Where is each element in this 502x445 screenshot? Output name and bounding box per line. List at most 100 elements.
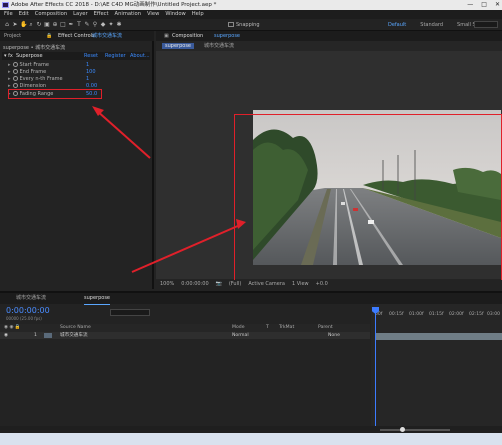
menu-animation[interactable]: Animation xyxy=(115,10,141,19)
current-time-display[interactable]: 0:00:00:00 xyxy=(6,306,50,315)
lock-icon[interactable]: 🔒 xyxy=(46,31,52,41)
column-parent[interactable]: Parent xyxy=(318,324,333,332)
stopwatch-icon[interactable] xyxy=(12,83,18,88)
subtab-superpose[interactable]: superpose xyxy=(162,43,194,49)
end-frame-value[interactable]: 100 xyxy=(86,69,96,75)
timeline-zoom-knob[interactable] xyxy=(400,427,405,432)
expand-triangle-icon[interactable]: ▸ xyxy=(8,62,11,68)
roto-tool-icon[interactable]: ✦ xyxy=(108,21,114,28)
window-title: Adobe After Effects CC 2018 - D:\AE C4D … xyxy=(11,2,217,8)
column-t[interactable]: T xyxy=(266,324,269,332)
rotate-tool-icon[interactable]: ↻ xyxy=(36,21,42,28)
tab-timeline-superpose[interactable]: superpose xyxy=(84,293,110,305)
effect-reset-link[interactable]: Reset xyxy=(84,53,98,59)
type-tool-icon[interactable]: T xyxy=(76,21,82,28)
minimize-button[interactable]: — xyxy=(467,0,473,10)
start-frame-value[interactable]: 1 xyxy=(86,62,89,68)
view-layout-select[interactable]: 1 View xyxy=(292,280,309,289)
hand-tool-icon[interactable]: ✋ xyxy=(20,21,27,28)
mask-tool-icon[interactable]: □ xyxy=(60,21,66,28)
expand-triangle-icon[interactable]: ▸ xyxy=(8,76,11,82)
magnification-select[interactable]: 100% xyxy=(160,280,174,289)
puppet-tool-icon[interactable]: ✱ xyxy=(116,21,122,28)
effect-about-link[interactable]: About... xyxy=(130,53,150,59)
time-ruler[interactable]: 00f 00:15f 01:00f 01:15f 02:00f 02:15f 0… xyxy=(371,310,502,330)
clone-tool-icon[interactable]: ⚲ xyxy=(92,21,98,28)
eraser-tool-icon[interactable]: ◆ xyxy=(100,21,106,28)
stopwatch-icon[interactable] xyxy=(12,69,18,74)
expand-triangle-icon[interactable]: ▸ xyxy=(8,69,11,75)
property-label: Start Frame xyxy=(19,62,49,68)
layer-name[interactable]: 城市交通车流 xyxy=(60,332,88,339)
layer-parent-select[interactable]: None xyxy=(328,332,340,339)
tab-composition-name[interactable]: superpose xyxy=(214,31,240,41)
timeline-track-area[interactable]: 00f 00:15f 01:00f 01:15f 02:00f 02:15f 0… xyxy=(371,304,502,435)
tab-effect-controls[interactable]: Effect Controls xyxy=(58,31,95,41)
layer-mode-select[interactable]: Normal xyxy=(232,332,249,339)
viewer-footer-controls: 100% 0:00:00:00 📷 (Full) Active Camera 1… xyxy=(156,280,502,289)
visibility-column-icons: ◉ ◉ 🔒 xyxy=(4,325,21,330)
tools-bar: ⌂ ➤ ✋ ⌕ ↻ ▣ ⊕ □ ✒ T ✎ ⚲ ◆ ✦ ✱ Snapping D… xyxy=(0,19,502,31)
eye-icon[interactable]: ◉ xyxy=(4,332,8,339)
workspace-default[interactable]: Default xyxy=(388,21,406,29)
left-panel-tabs: Project 🔒 Effect Controls 城市交通车流 xyxy=(0,31,154,41)
column-mode[interactable]: Mode xyxy=(232,324,245,332)
snapping-toggle[interactable]: Snapping xyxy=(228,21,260,29)
timeline-zoom-slider[interactable] xyxy=(380,429,450,431)
property-end-frame[interactable]: ▸ End Frame xyxy=(8,69,46,75)
property-start-frame[interactable]: ▸ Start Frame xyxy=(8,62,49,68)
timecode-display[interactable]: 0:00:00:00 xyxy=(181,280,208,289)
fx-icon[interactable]: ▾ fx xyxy=(4,53,13,59)
breadcrumb-comp[interactable]: 城市交通车流 xyxy=(204,41,234,51)
annotation-red-frame xyxy=(234,114,502,281)
brush-tool-icon[interactable]: ✎ xyxy=(84,21,90,28)
playhead[interactable] xyxy=(375,307,376,435)
menu-layer[interactable]: Layer xyxy=(73,10,87,19)
every-nth-frame-value[interactable]: 1 xyxy=(86,76,89,82)
composition-canvas[interactable] xyxy=(156,51,502,281)
camera-snapshot-icon[interactable]: 📷 xyxy=(216,280,222,289)
resolution-select[interactable]: (Full) xyxy=(229,280,241,289)
layer-row[interactable]: ◉ 1 城市交通车流 Normal None xyxy=(0,332,370,339)
zoom-tool-icon[interactable]: ⌕ xyxy=(28,21,34,28)
stopwatch-icon[interactable] xyxy=(12,76,18,81)
tab-composition[interactable]: Composition xyxy=(172,31,203,41)
menu-edit[interactable]: Edit xyxy=(19,10,29,19)
menu-help[interactable]: Help xyxy=(192,10,204,19)
property-every-nth-frame[interactable]: ▸ Every n-th Frame xyxy=(8,76,63,82)
menu-file[interactable]: File xyxy=(4,10,13,19)
frame-rate-label: 00000 (25.00 fps) xyxy=(6,316,42,321)
selection-tool-icon[interactable]: ➤ xyxy=(12,21,18,28)
snapping-checkbox[interactable] xyxy=(228,22,234,27)
tab-project[interactable]: Project xyxy=(4,31,21,41)
effect-name: Superpose xyxy=(16,53,43,59)
column-source-name[interactable]: Source Name xyxy=(60,324,91,332)
menu-composition[interactable]: Composition xyxy=(35,10,67,19)
tab-timeline-comp[interactable]: 城市交通车流 xyxy=(16,293,46,304)
home-icon[interactable]: ⌂ xyxy=(4,21,10,28)
column-trkmat[interactable]: TrkMat xyxy=(279,324,294,332)
stopwatch-icon[interactable] xyxy=(12,62,18,67)
menu-window[interactable]: Window xyxy=(165,10,185,19)
workspace-standard[interactable]: Standard xyxy=(420,21,443,29)
exposure-value[interactable]: +0.0 xyxy=(316,280,328,289)
effect-register-link[interactable]: Register xyxy=(105,53,126,59)
timeline-search-input[interactable] xyxy=(110,309,150,316)
pen-tool-icon[interactable]: ✒ xyxy=(68,21,74,28)
close-button[interactable]: ✕ xyxy=(495,0,500,10)
search-help-input[interactable] xyxy=(474,21,498,28)
active-camera-select[interactable]: Active Camera xyxy=(248,280,285,289)
pan-behind-tool-icon[interactable]: ⊕ xyxy=(52,21,58,28)
menu-view[interactable]: View xyxy=(147,10,159,19)
camera-tool-icon[interactable]: ▣ xyxy=(44,21,50,28)
effect-row[interactable]: ▾ fx Superpose Reset Register About... xyxy=(2,52,150,60)
layer-duration-bar[interactable] xyxy=(375,333,502,340)
ruler-tick: 03:00 xyxy=(487,312,500,317)
tab-effect-controls-layer[interactable]: 城市交通车流 xyxy=(92,31,122,41)
maximize-button[interactable]: □ xyxy=(481,0,487,10)
composition-icon: ▣ xyxy=(164,33,169,39)
menu-effect[interactable]: Effect xyxy=(94,10,109,19)
ruler-tick: 00:15f xyxy=(389,312,404,317)
timeline-column-header: ◉ ◉ 🔒 Source Name Mode T TrkMat Parent xyxy=(0,324,370,332)
title-bar: Adobe After Effects CC 2018 - D:\AE C4D … xyxy=(0,0,502,10)
